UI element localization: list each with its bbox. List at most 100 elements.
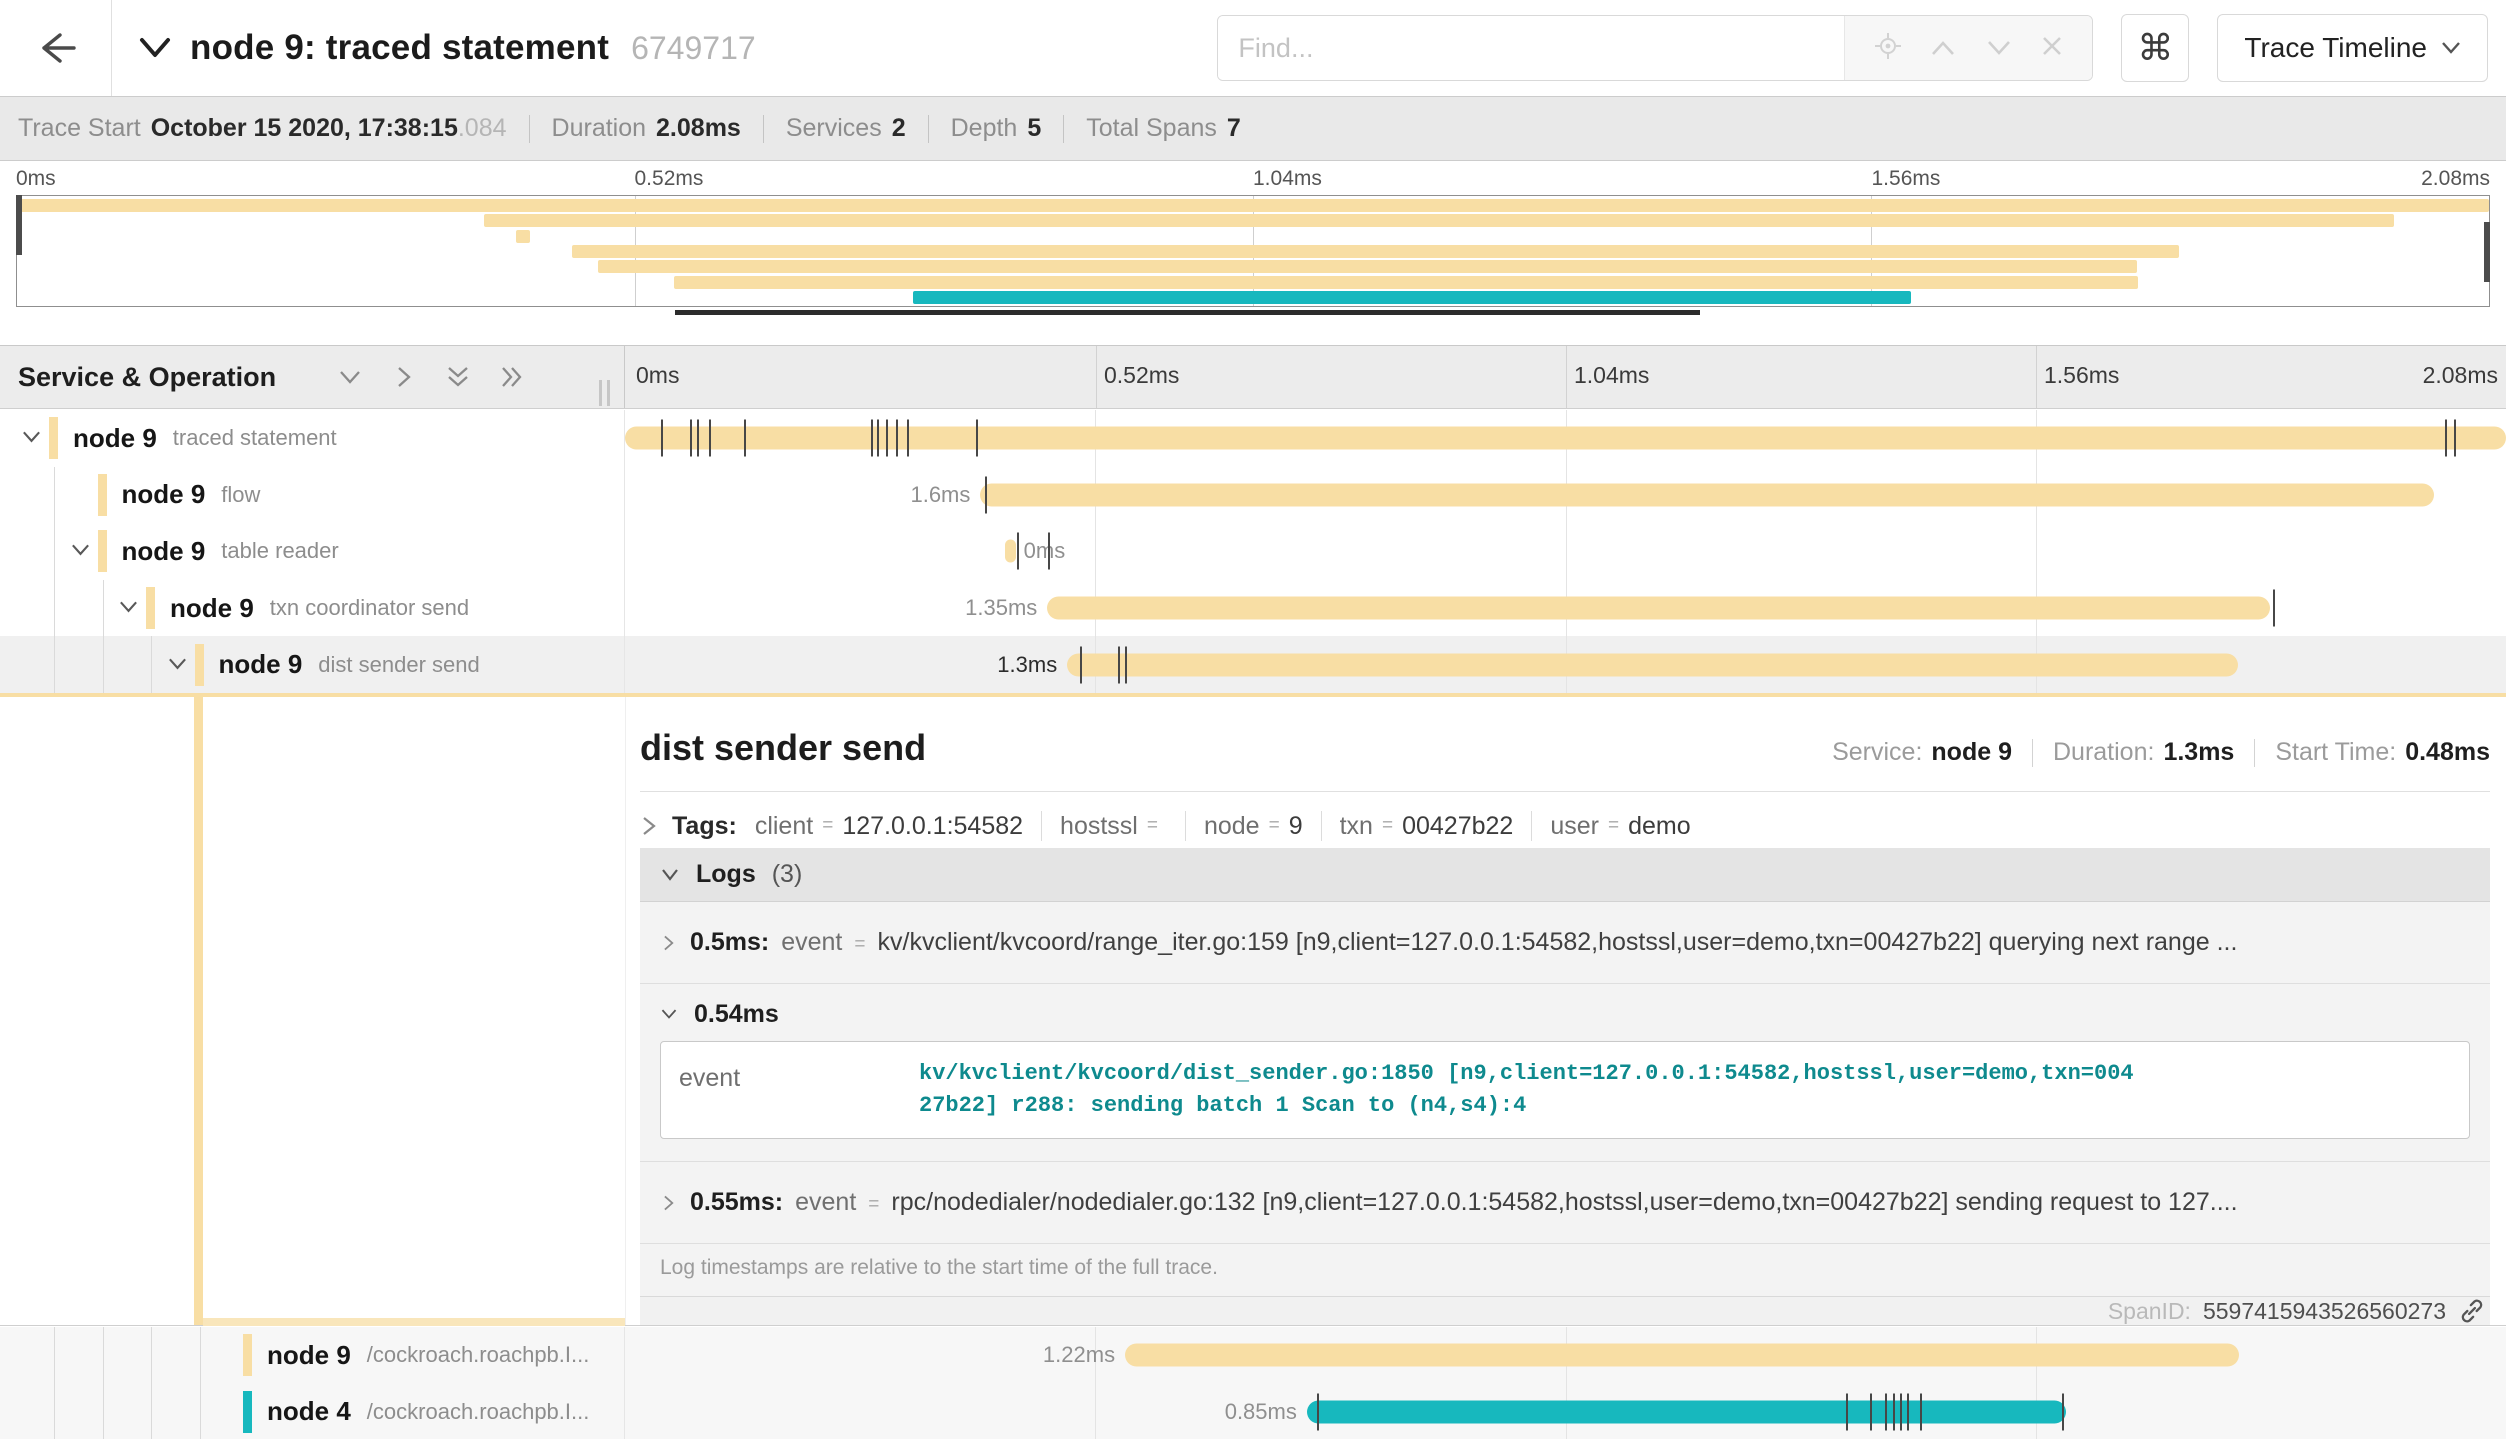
service-name: node 9: [122, 479, 206, 510]
tree-indent-guide: [54, 1327, 55, 1384]
span-duration-bar[interactable]: [1047, 597, 2270, 620]
tree-indent-guide: [200, 1384, 201, 1439]
tag-value: 00427b22: [1402, 812, 1513, 841]
tree-indent-guide: [151, 1327, 152, 1384]
log-message: rpc/nodedialer/nodedialer.go:132 [n9,cli…: [891, 1188, 2237, 1217]
timeline-column-header: Service & Operation 0ms0.52ms1.04ms1.56m…: [0, 345, 2506, 409]
span-row[interactable]: node 9/cockroach.roachpb.I...1.22ms: [0, 1327, 2506, 1384]
meta-label: Start Time:: [2275, 738, 2396, 767]
chevron-right-icon: [660, 934, 678, 952]
span-duration-bar[interactable]: [980, 483, 2433, 506]
collapse-all-icon[interactable]: [446, 365, 470, 389]
expand-all-icon[interactable]: [500, 365, 524, 389]
span-name-label[interactable]: node 9/cockroach.roachpb.I...: [267, 1327, 589, 1384]
log-event-tick: [1125, 646, 1127, 683]
span-duration-bar[interactable]: [1307, 1400, 2067, 1423]
span-row[interactable]: node 9txn coordinator send1.35ms: [0, 580, 2506, 637]
span-duration-bar[interactable]: [1067, 653, 2238, 676]
span-expander-icon[interactable]: [167, 654, 188, 675]
separator: [1321, 811, 1322, 841]
tree-indent-guide: [103, 580, 104, 637]
span-row[interactable]: node 9dist sender send1.3ms: [0, 636, 2506, 693]
span-expander-icon[interactable]: [70, 541, 91, 562]
divider: [640, 791, 2490, 792]
span-row[interactable]: node 9traced statement: [0, 410, 2506, 467]
trace-title-group[interactable]: node 9: traced statement 6749717: [138, 28, 756, 68]
minimap-right-drag-handle[interactable]: [2484, 222, 2490, 282]
separator: [1063, 115, 1064, 143]
title-collapse-icon[interactable]: [138, 36, 172, 60]
log-event-tick: [1118, 646, 1120, 683]
span-duration-bar[interactable]: [1125, 1344, 2239, 1367]
span-name-label[interactable]: node 9txn coordinator send: [170, 580, 469, 637]
log-event-tick: [1870, 1393, 1872, 1430]
span-name-label[interactable]: node 4/cockroach.roachpb.I...: [267, 1384, 589, 1439]
span-expander-icon[interactable]: [21, 428, 42, 449]
tag-key: node: [1204, 812, 1260, 841]
keyboard-shortcuts-button[interactable]: ⌘: [2121, 14, 2189, 82]
chevron-up-icon[interactable]: [1930, 35, 1956, 62]
span-name-label[interactable]: node 9table reader: [122, 523, 339, 580]
minimap-span-bar: [17, 199, 2489, 212]
service-name: node 9: [73, 423, 157, 454]
operation-name: dist sender send: [318, 652, 479, 678]
command-icon: ⌘: [2137, 27, 2173, 69]
span-row[interactable]: node 9table reader0ms: [0, 523, 2506, 580]
log-expanded-header[interactable]: 0.54ms: [640, 984, 2490, 1041]
span-name-cell: node 9traced statement: [0, 410, 625, 467]
chevron-down-icon[interactable]: [1986, 35, 2012, 62]
timeline-gridline: [1566, 523, 1567, 580]
find-input[interactable]: [1218, 16, 1844, 80]
log-event-tick: [1900, 1393, 1902, 1430]
span-meta: Service:node 9Duration:1.3msStart Time:0…: [1832, 738, 2490, 767]
log-field-name: event: [679, 1058, 919, 1122]
tree-indent-guide: [54, 1384, 55, 1439]
log-row[interactable]: 0.5ms:event=kv/kvclient/kvcoord/range_it…: [640, 902, 2490, 984]
logs-note: Log timestamps are relative to the start…: [640, 1244, 2490, 1297]
logs-header[interactable]: Logs (3): [640, 848, 2490, 902]
span-row[interactable]: node 9flow1.6ms: [0, 467, 2506, 524]
span-name-cell: node 9/cockroach.roachpb.I...: [0, 1327, 625, 1384]
tags-label: Tags:: [672, 812, 737, 841]
span-row[interactable]: node 4/cockroach.roachpb.I... 0.85ms: [0, 1384, 2506, 1439]
tree-indent-guide: [54, 580, 55, 637]
span-expander-icon[interactable]: [118, 598, 139, 619]
span-name-label[interactable]: node 9traced statement: [73, 410, 337, 467]
spanid-row: SpanID: 5597415943526560273: [640, 1297, 2490, 1325]
span-timeline-cell: 0.85ms: [625, 1384, 2506, 1439]
log-row[interactable]: 0.55ms:event=rpc/nodedialer/nodedialer.g…: [640, 1162, 2490, 1244]
span-name-label[interactable]: node 9dist sender send: [219, 636, 480, 693]
collapse-one-icon[interactable]: [338, 365, 362, 389]
log-event-tick: [1893, 1393, 1895, 1430]
log-event-tick: [896, 420, 898, 457]
tree-indent-guide: [54, 523, 55, 580]
tags-row[interactable]: Tags: client=127.0.0.1:54582hostssl=node…: [640, 810, 2490, 842]
tag-key: hostssl: [1060, 812, 1138, 841]
operation-name: /cockroach.roachpb.I...: [367, 1342, 590, 1368]
summary-value: October 15 2020, 17:38:15: [151, 114, 458, 143]
span-duration-bar[interactable]: [1005, 540, 1016, 563]
tags-items: client=127.0.0.1:54582hostssl=node=9txn=…: [755, 811, 1691, 841]
log-field-name: event: [781, 928, 842, 957]
crosshair-icon[interactable]: [1875, 33, 1901, 64]
span-name-label[interactable]: node 9flow: [122, 467, 261, 524]
minimap-scrollbar[interactable]: [16, 309, 2490, 316]
close-icon[interactable]: [2041, 35, 2063, 62]
span-duration-label: 0.85ms: [1225, 1399, 1297, 1425]
minimap-canvas[interactable]: [16, 195, 2490, 307]
column-resize-handle[interactable]: [599, 380, 610, 406]
service-operation-header: Service & Operation: [0, 346, 625, 408]
minimap-span-bar: [913, 291, 1911, 304]
expand-one-icon[interactable]: [392, 365, 416, 389]
back-button[interactable]: [0, 0, 112, 96]
trace-view-select[interactable]: Trace Timeline: [2217, 14, 2488, 82]
copy-link-icon[interactable]: [2458, 1297, 2486, 1325]
service-color-strip: [49, 417, 58, 459]
tag-key: client: [755, 812, 813, 841]
log-event-tick: [1846, 1393, 1848, 1430]
minimap-viewport-indicator[interactable]: [675, 310, 1700, 315]
minimap-left-drag-handle[interactable]: [16, 195, 22, 255]
service-color-strip: [146, 587, 155, 629]
service-operation-title: Service & Operation: [18, 362, 276, 393]
axis-gridline: [2036, 346, 2037, 408]
